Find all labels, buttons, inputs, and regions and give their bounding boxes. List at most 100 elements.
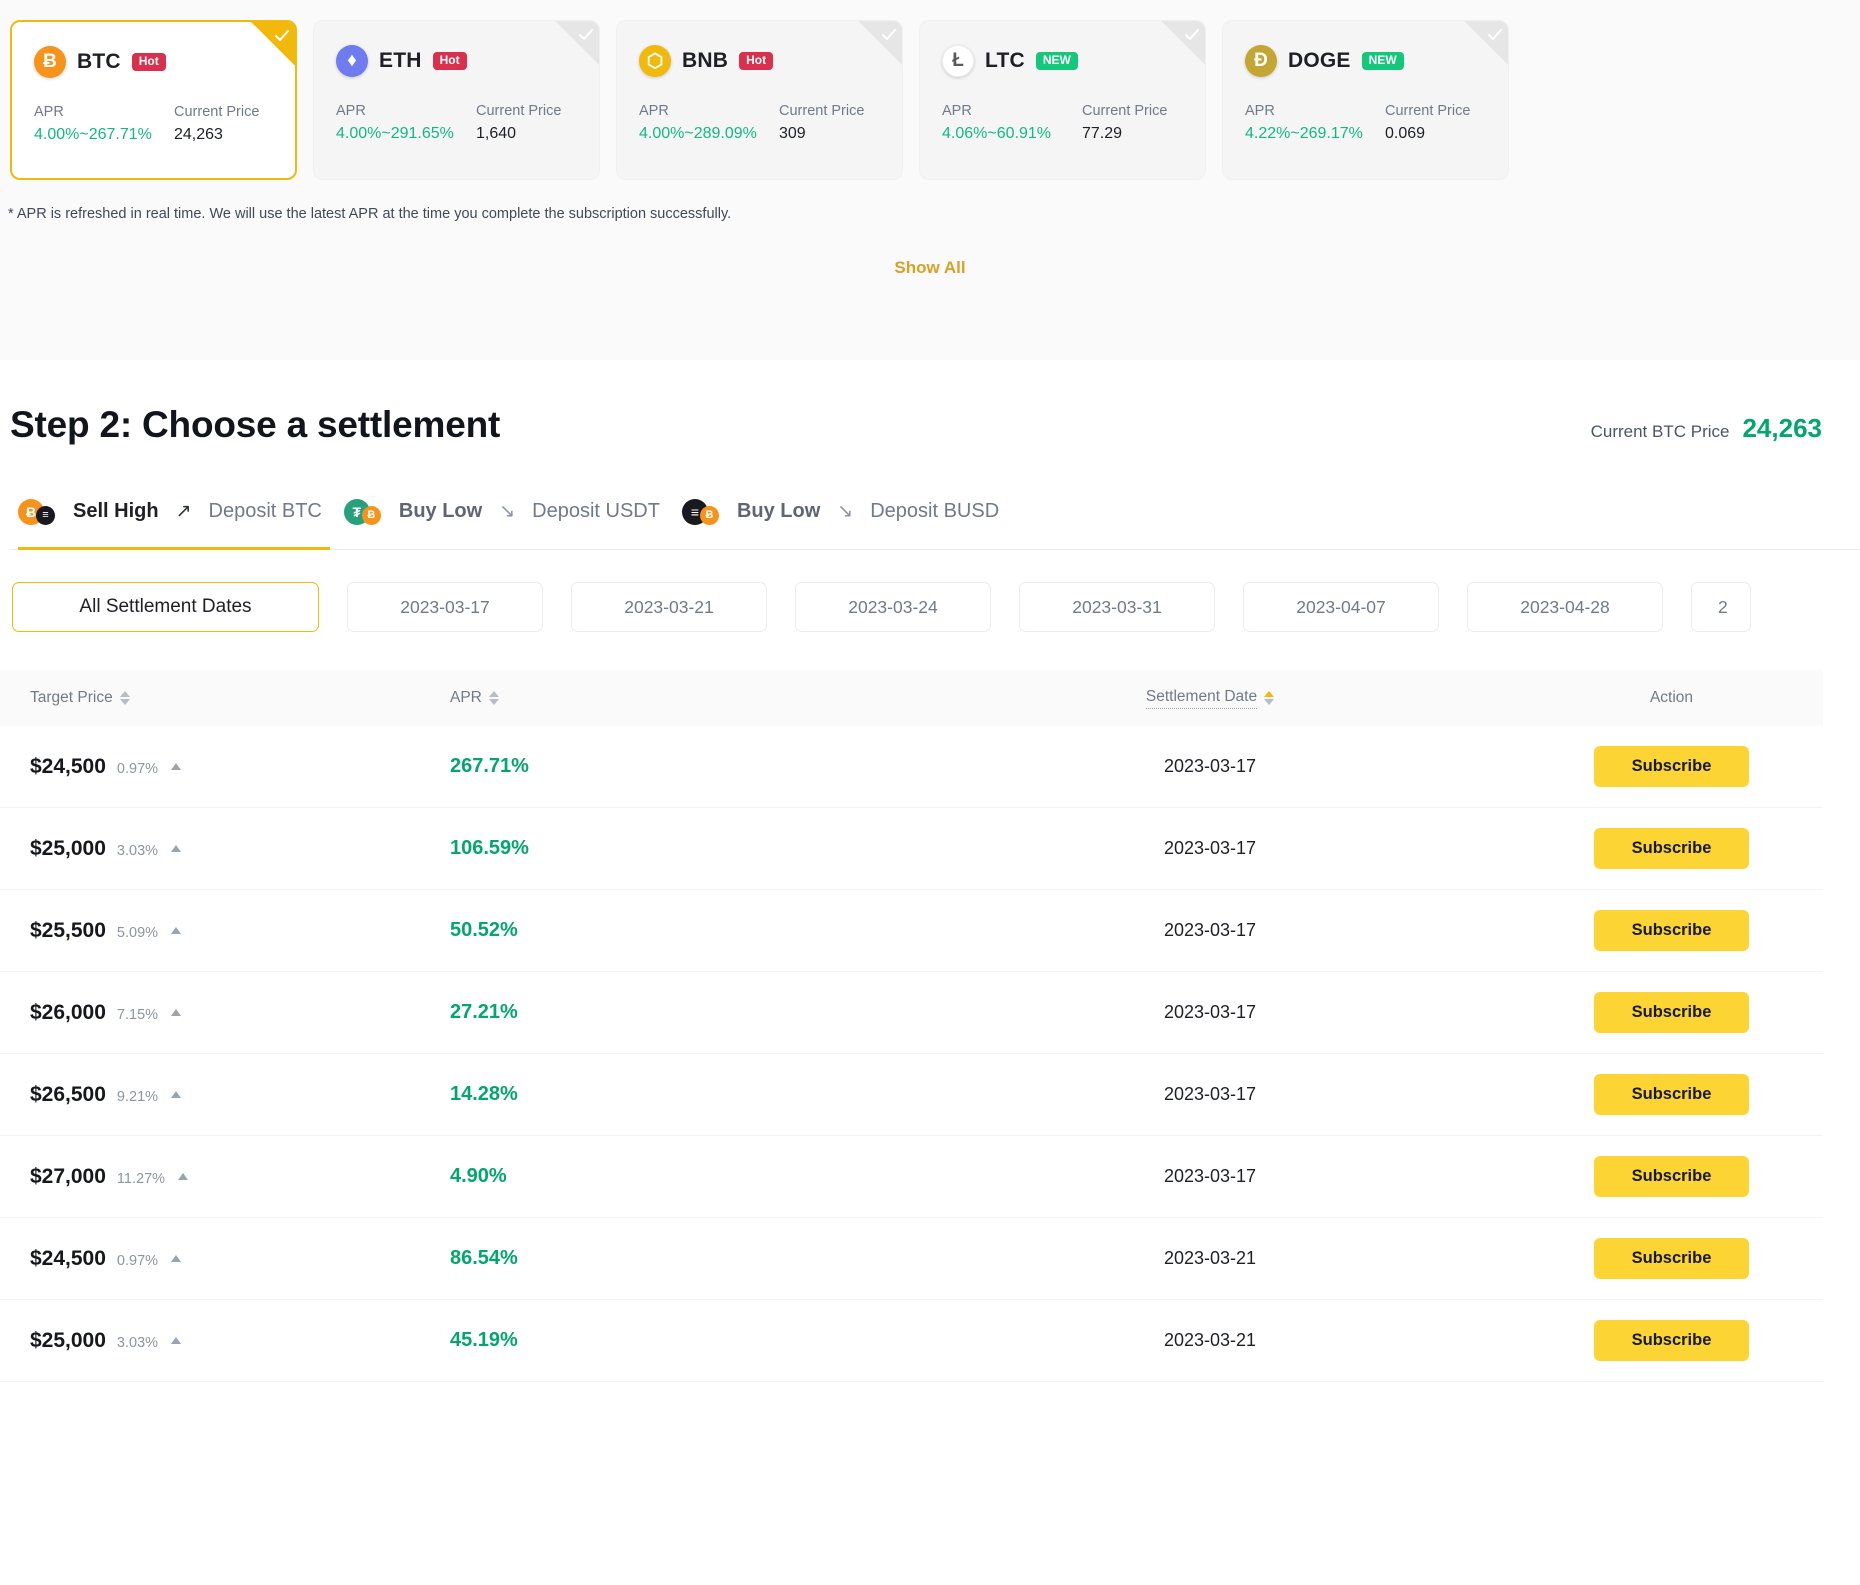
- target-price-delta: 7.15%: [116, 1006, 159, 1023]
- subscribe-button[interactable]: Subscribe: [1594, 828, 1749, 869]
- subscribe-button[interactable]: Subscribe: [1594, 1320, 1749, 1361]
- check-icon: [1185, 29, 1199, 40]
- coin-card-stats: APR 4.00%~267.71% Current Price 24,263: [34, 104, 273, 144]
- coin-apr-stat: APR 4.06%~60.91%: [942, 103, 1082, 143]
- apr-label: APR: [942, 103, 972, 119]
- subscribe-button[interactable]: Subscribe: [1594, 992, 1749, 1033]
- table-row: $25,000 3.03% 106.59% 2023-03-17 Subscribe: [0, 808, 1823, 890]
- tab-deposit-usdt[interactable]: ₮ Ƀ Buy Low ↘ Deposit USDT: [343, 490, 682, 549]
- show-all-link[interactable]: Show All: [0, 258, 1860, 278]
- column-label-settlement-date: Settlement Date: [1145, 688, 1258, 709]
- cell-settlement-date: 2023-03-17: [1163, 1002, 1257, 1022]
- date-filter-2[interactable]: 2: [1691, 582, 1751, 632]
- settlement-date-filters: All Settlement Dates 2023-03-17 2023-03-21…: [12, 582, 1860, 636]
- target-price-value: $24,500: [30, 1246, 106, 1270]
- column-header-target-price[interactable]: Target Price: [0, 689, 450, 707]
- coin-symbol: LTC: [985, 49, 1025, 72]
- target-price-delta: 9.21%: [116, 1088, 159, 1105]
- date-filter-2023-04-07[interactable]: 2023-04-07: [1243, 582, 1439, 632]
- tab-deposit-busd[interactable]: ≡ Ƀ Buy Low ↘ Deposit BUSD: [681, 490, 1021, 549]
- price-label: Current Price: [174, 104, 260, 120]
- tab-deposit-label: Deposit USDT: [532, 500, 660, 522]
- date-filter-all[interactable]: All Settlement Dates: [12, 582, 319, 632]
- coin-card-eth[interactable]: ♦ ETH Hot APR 4.00%~291.65% Current Price 1,64…: [313, 20, 600, 180]
- coin-card-btc[interactable]: Ƀ BTC Hot APR 4.00%~267.71% Current Price 24,2…: [10, 20, 297, 180]
- cell-target-price: $25,000 3.03%: [0, 1329, 450, 1353]
- coin-price-stat: Current Price 24,263: [174, 104, 259, 144]
- cell-target-price: $25,000 3.03%: [0, 837, 450, 861]
- check-icon: [275, 30, 289, 41]
- column-header-settlement-date[interactable]: Settlement Date: [900, 688, 1520, 709]
- sort-icon-apr[interactable]: [488, 691, 499, 705]
- subscribe-button[interactable]: Subscribe: [1594, 1156, 1749, 1197]
- current-price-label: Current BTC Price: [1590, 422, 1730, 441]
- column-label-action: Action: [1649, 689, 1694, 706]
- cell-apr: 45.19%: [450, 1329, 518, 1351]
- coin-card-doge[interactable]: Đ DOGE NEW APR 4.22%~269.17% Current Price 0.0…: [1222, 20, 1509, 180]
- coin-badge: Hot: [432, 51, 467, 71]
- table-row: $24,500 0.97% 267.71% 2023-03-17 Subscribe: [0, 726, 1823, 808]
- doge-logo-icon: Đ: [1245, 45, 1277, 77]
- cell-action: Subscribe: [1520, 746, 1823, 787]
- selected-corner-ribbon: [1161, 21, 1205, 65]
- table-row: $24,500 0.97% 86.54% 2023-03-21 Subscribe: [0, 1218, 1823, 1300]
- coin-selection-panel: Ƀ BTC Hot APR 4.00%~267.71% Current Price 24,2…: [0, 0, 1860, 360]
- sort-icon-settlement-date[interactable]: [1264, 691, 1275, 705]
- cell-apr: 4.90%: [450, 1165, 507, 1187]
- tab-icon-secondary: Ƀ: [699, 505, 719, 525]
- delta-up-caret-icon: [171, 1090, 182, 1098]
- price-label: Current Price: [476, 103, 562, 119]
- price-label: Current Price: [779, 103, 865, 119]
- coin-card-ltc[interactable]: Ł LTC NEW APR 4.06%~60.91% Current Price 77.29: [919, 20, 1206, 180]
- date-filter-2023-04-28[interactable]: 2023-04-28: [1467, 582, 1663, 632]
- price-value: 77.29: [1082, 125, 1123, 142]
- tab-deposit-label: Deposit BUSD: [870, 500, 1000, 522]
- coin-price-stat: Current Price 1,640: [476, 103, 561, 143]
- apr-label: APR: [1245, 103, 1275, 119]
- apr-note: * APR is refreshed in real time. We will…: [8, 206, 732, 222]
- delta-up-caret-icon: [171, 762, 182, 770]
- date-filter-2023-03-17[interactable]: 2023-03-17: [347, 582, 543, 632]
- column-header-apr[interactable]: APR: [450, 689, 900, 707]
- target-price-delta: 3.03%: [116, 842, 159, 859]
- check-icon: [1488, 29, 1502, 40]
- selected-corner-ribbon: [858, 21, 902, 65]
- tab-action-label: Buy Low: [736, 500, 821, 522]
- cell-target-price: $26,000 7.15%: [0, 1001, 450, 1025]
- table-header-row: Target Price APR Settlement Date Action: [0, 670, 1823, 726]
- table-row: $27,000 11.27% 4.90% 2023-03-17 Subscribe: [0, 1136, 1823, 1218]
- selected-corner-ribbon: [251, 22, 295, 66]
- subscribe-button[interactable]: Subscribe: [1594, 1238, 1749, 1279]
- subscribe-button[interactable]: Subscribe: [1594, 910, 1749, 951]
- target-price-delta: 0.97%: [116, 760, 159, 777]
- page-title: Step 2: Choose a settlement: [10, 404, 501, 445]
- cell-action: Subscribe: [1520, 910, 1823, 951]
- date-filter-2023-03-21[interactable]: 2023-03-21: [571, 582, 767, 632]
- bnb-logo-icon: ⬡: [639, 45, 671, 77]
- delta-up-caret-icon: [178, 1172, 189, 1180]
- date-filter-2023-03-31[interactable]: 2023-03-31: [1019, 582, 1215, 632]
- subscribe-button[interactable]: Subscribe: [1594, 1074, 1749, 1115]
- apr-value: 4.00%~291.65%: [336, 125, 454, 142]
- coin-card-bnb[interactable]: ⬡ BNB Hot APR 4.00%~289.09% Current Price 309: [616, 20, 903, 180]
- apr-value: 4.00%~267.71%: [34, 126, 152, 143]
- cell-apr: 27.21%: [450, 1001, 518, 1023]
- coin-badge: NEW: [1361, 51, 1404, 71]
- cell-settlement-date: 2023-03-21: [1163, 1330, 1257, 1350]
- subscribe-button[interactable]: Subscribe: [1594, 746, 1749, 787]
- coin-card-stats: APR 4.22%~269.17% Current Price 0.069: [1245, 103, 1486, 143]
- coin-card-head: Đ DOGE NEW: [1245, 45, 1486, 77]
- column-label-apr: APR: [450, 689, 482, 706]
- coin-price-stat: Current Price 0.069: [1385, 103, 1470, 143]
- tab-deposit-btc[interactable]: Ƀ ≡ Sell High ↗ Deposit BTC: [10, 490, 344, 550]
- selected-corner-ribbon: [1464, 21, 1508, 65]
- cell-apr: 14.28%: [450, 1083, 518, 1105]
- target-price-value: $25,000: [30, 836, 106, 860]
- coin-card-stats: APR 4.00%~289.09% Current Price 309: [639, 103, 880, 143]
- cell-settlement-date: 2023-03-17: [1163, 838, 1257, 858]
- trend-arrow-icon: ↘: [499, 501, 516, 522]
- date-filter-2023-03-24[interactable]: 2023-03-24: [795, 582, 991, 632]
- trend-arrow-icon: ↘: [837, 501, 854, 522]
- sort-icon-target-price[interactable]: [119, 691, 130, 705]
- target-price-delta: 5.09%: [116, 924, 159, 941]
